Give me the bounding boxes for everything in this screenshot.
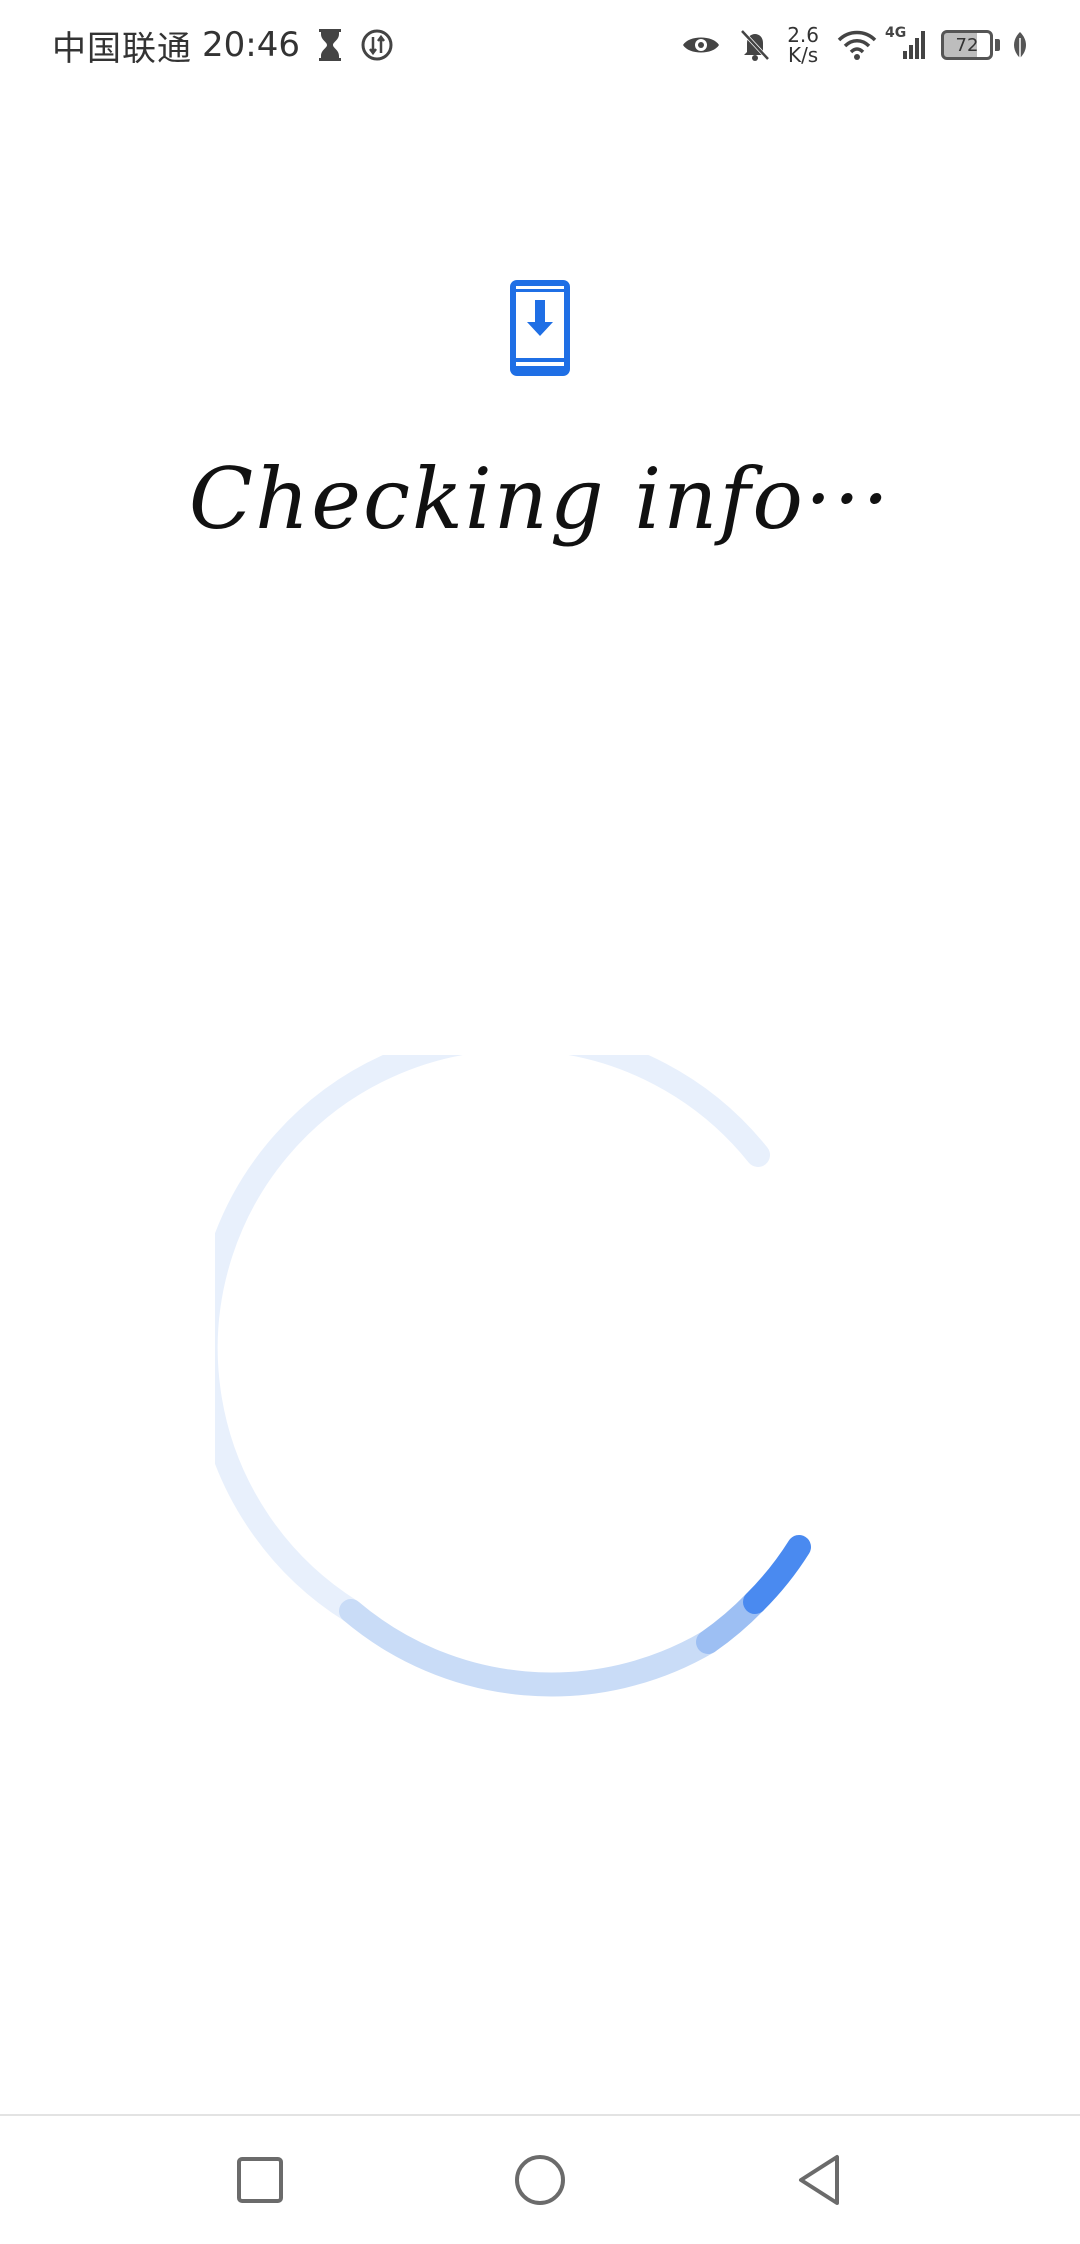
status-left: 中国联通 20:46 xyxy=(52,21,394,70)
network-speed-unit: K/s xyxy=(787,43,819,67)
network-type-label: 4G xyxy=(885,25,907,41)
back-button[interactable] xyxy=(780,2140,860,2220)
status-right: 2.6 K/s 4G 72 xyxy=(663,25,1030,65)
data-saver-icon xyxy=(360,28,394,62)
bell-off-icon xyxy=(739,28,771,62)
battery-tip xyxy=(995,39,1000,51)
battery-level: 72 xyxy=(955,34,979,56)
page-title: Checking info··· xyxy=(188,450,892,548)
home-circle-icon xyxy=(515,2155,565,2205)
wifi-icon xyxy=(837,29,877,61)
home-button[interactable] xyxy=(500,2140,580,2220)
network-speed: 2.6 K/s xyxy=(787,25,819,65)
battery-icon: 72 xyxy=(941,30,993,60)
recents-square-icon xyxy=(237,2157,283,2203)
leaf-icon xyxy=(1010,30,1030,60)
eye-icon xyxy=(681,31,721,59)
signal-icon: 4G xyxy=(885,25,927,61)
loading-spinner xyxy=(193,1026,865,1705)
navigation-bar xyxy=(0,2116,1080,2244)
network-speed-value: 2.6 xyxy=(787,23,819,47)
carrier-name: 中国联通 xyxy=(52,28,192,69)
recents-button[interactable] xyxy=(220,2140,300,2220)
hourglass-icon xyxy=(318,29,342,61)
phone-download-icon xyxy=(508,278,572,378)
clock: 20:46 xyxy=(202,25,300,65)
screen: 中国联通 20:46 2.6 K/s 4G 72 Checking info··… xyxy=(0,0,1080,2244)
status-bar: 中国联通 20:46 2.6 K/s 4G 72 xyxy=(0,0,1080,90)
back-triangle-icon xyxy=(799,2155,839,2205)
